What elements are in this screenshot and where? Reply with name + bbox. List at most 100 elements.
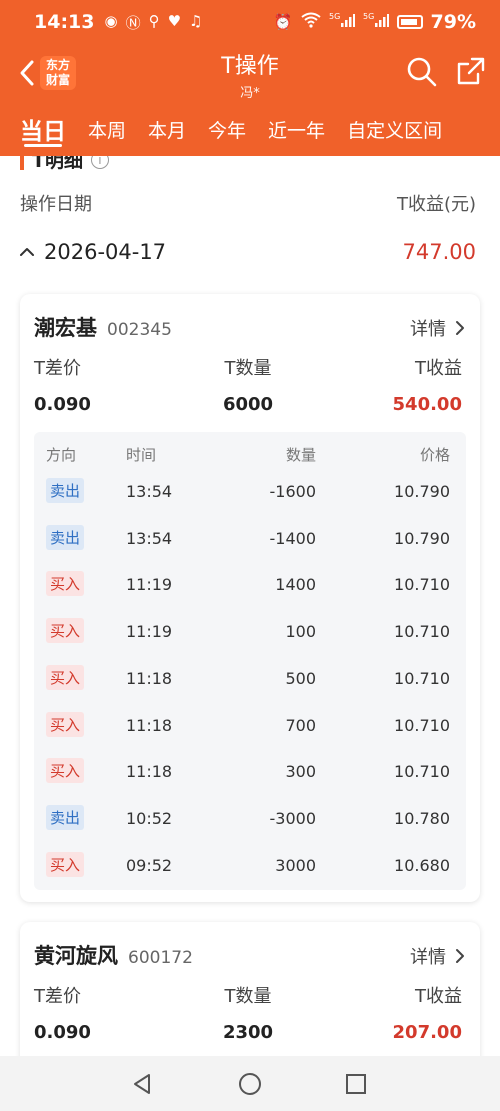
- system-nav-bar: [0, 1056, 500, 1111]
- trade-price: 10.710: [394, 575, 450, 595]
- trade-time: 09:52: [126, 855, 173, 875]
- group-date: 2026-04-17: [44, 240, 167, 264]
- trade-time: 11:18: [126, 715, 173, 735]
- trade-direction-badge: 卖出: [46, 804, 85, 830]
- detail-link[interactable]: 详情: [410, 943, 466, 969]
- trade-time: 11:18: [126, 668, 173, 688]
- trade-price: 10.710: [394, 668, 450, 688]
- t-qty-value: 2300: [222, 1022, 274, 1043]
- metric-labels: T差价 T数量 T收益: [34, 982, 462, 1008]
- battery-level: 79%: [430, 11, 476, 33]
- chevron-up-icon[interactable]: [18, 243, 36, 261]
- trade-quantity: -1400: [269, 528, 317, 548]
- info-icon[interactable]: i: [90, 156, 109, 169]
- trade-row: 买入 11:18 500 10.710: [34, 664, 466, 695]
- app-header: 14:13 ◉ Ⓝ ⚲ ♥ ♫ ⏰ 5G 5G 79% 东方 财富 T操作 冯*…: [0, 0, 500, 156]
- app-logo: 东方 财富: [40, 56, 76, 90]
- link-icon: ⚲: [148, 11, 160, 30]
- column-header: 操作日期 T收益(元): [20, 190, 476, 216]
- trade-row: 买入 11:18 700 10.710: [34, 711, 466, 742]
- trade-direction-badge: 买入: [46, 618, 85, 644]
- stock-code: 002345: [107, 320, 172, 340]
- trade-time: 13:54: [126, 482, 173, 501]
- t-profit-label: T收益: [414, 986, 462, 1007]
- trade-direction-badge: 买入: [46, 758, 85, 784]
- trade-quantity: 300: [285, 762, 316, 782]
- t-profit-value: 540.00: [392, 394, 462, 415]
- trade-quantity: 1400: [275, 575, 316, 595]
- tab-this-year[interactable]: 今年: [208, 104, 246, 143]
- tab-today[interactable]: 当日: [20, 104, 66, 147]
- nav-back-icon[interactable]: [130, 1072, 154, 1096]
- trade-direction-badge: 买入: [46, 571, 85, 597]
- tab-this-month[interactable]: 本月: [148, 104, 186, 143]
- trade-row: 买入 09:52 3000 10.680: [34, 851, 466, 882]
- eye-icon: ◉: [104, 11, 118, 30]
- t-diff-label: T差价: [34, 986, 81, 1007]
- 5g-signal-icon: 5G: [329, 12, 355, 32]
- trade-row: 买入 11:19 1400 10.710: [34, 571, 466, 601]
- trade-price: 10.790: [394, 482, 450, 501]
- share-icon[interactable]: [456, 56, 486, 86]
- period-tabs: 当日 本周 本月 今年 近一年 自定义区间: [0, 104, 500, 156]
- 5g-signal-icon: 5G: [363, 12, 389, 32]
- search-icon[interactable]: [406, 56, 438, 88]
- alarm-icon: ⏰: [273, 13, 293, 31]
- trade-row: 卖出 13:54 -1600 10.790: [34, 478, 466, 508]
- trade-time: 11:18: [126, 762, 173, 782]
- tab-this-week[interactable]: 本周: [88, 104, 126, 143]
- tab-last-year[interactable]: 近一年: [268, 104, 325, 143]
- detail-link[interactable]: 详情: [410, 315, 466, 341]
- col-date-label: 操作日期: [20, 194, 92, 215]
- trade-price: 10.710: [394, 622, 450, 642]
- battery-icon: [396, 15, 423, 29]
- t-qty-label: T数量: [224, 358, 272, 379]
- t-diff-value: 0.090: [34, 1022, 91, 1043]
- page-title: T操作: [221, 54, 279, 79]
- trade-direction-badge: 买入: [46, 851, 85, 877]
- trade-quantity: -3000: [269, 808, 317, 828]
- t-profit-value: 207.00: [392, 1022, 462, 1043]
- nav-home-icon[interactable]: [238, 1072, 262, 1096]
- trade-price: 10.780: [394, 808, 450, 828]
- svg-text:5G: 5G: [329, 12, 340, 21]
- status-time: 14:13: [34, 11, 95, 33]
- t-profit-label: T收益: [414, 358, 462, 379]
- chevron-right-icon: [456, 949, 464, 963]
- status-bar: 14:13 ◉ Ⓝ ⚲ ♥ ♫ ⏰ 5G 5G 79%: [0, 0, 500, 44]
- trade-table-header: 方向 时间 数量 价格: [34, 444, 466, 464]
- n-icon: Ⓝ: [125, 13, 141, 32]
- page-title-block: T操作 冯*: [150, 48, 350, 101]
- head-time: 时间: [126, 446, 157, 464]
- trade-price: 10.710: [394, 715, 450, 735]
- main-content: T明细 i 操作日期 T收益(元) 2026-04-17 747.00 潮宏基 …: [0, 156, 500, 1056]
- metric-values: 0.090 6000 540.00: [34, 394, 462, 415]
- wifi-icon: [300, 12, 321, 32]
- back-arrow-icon[interactable]: [14, 56, 42, 90]
- trade-quantity: 500: [285, 668, 316, 688]
- trade-price: 10.710: [394, 762, 450, 782]
- trade-time: 11:19: [126, 622, 173, 642]
- stock-card: 黄河旋风 600172 详情 T差价 T数量 T收益 0.090 2300 20…: [20, 922, 480, 1056]
- trade-direction-badge: 卖出: [46, 524, 85, 550]
- trade-direction-badge: 买入: [46, 664, 85, 690]
- trade-quantity: 3000: [275, 855, 316, 875]
- trade-time: 10:52: [126, 808, 173, 828]
- trade-row: 卖出 13:54 -1400 10.790: [34, 524, 466, 555]
- stock-name: 黄河旋风: [34, 944, 118, 968]
- stock-code: 600172: [128, 948, 193, 968]
- trade-row: 买入 11:18 300 10.710: [34, 758, 466, 788]
- col-profit-label: T收益(元): [396, 194, 476, 215]
- date-group-row[interactable]: 2026-04-17 747.00: [18, 240, 476, 264]
- account-name: 冯*: [240, 86, 260, 101]
- trade-quantity: 100: [285, 622, 316, 642]
- trade-price: 10.680: [394, 855, 450, 875]
- svg-text:5G: 5G: [363, 12, 374, 21]
- trade-quantity: -1600: [269, 482, 317, 501]
- nav-bar: 东方 财富 T操作 冯*: [0, 44, 500, 104]
- t-diff-value: 0.090: [34, 394, 91, 415]
- trade-row: 买入 11:19 100 10.710: [34, 618, 466, 648]
- nav-recents-icon[interactable]: [345, 1072, 367, 1096]
- tab-custom-range[interactable]: 自定义区间: [347, 104, 442, 143]
- trade-time: 13:54: [126, 528, 173, 548]
